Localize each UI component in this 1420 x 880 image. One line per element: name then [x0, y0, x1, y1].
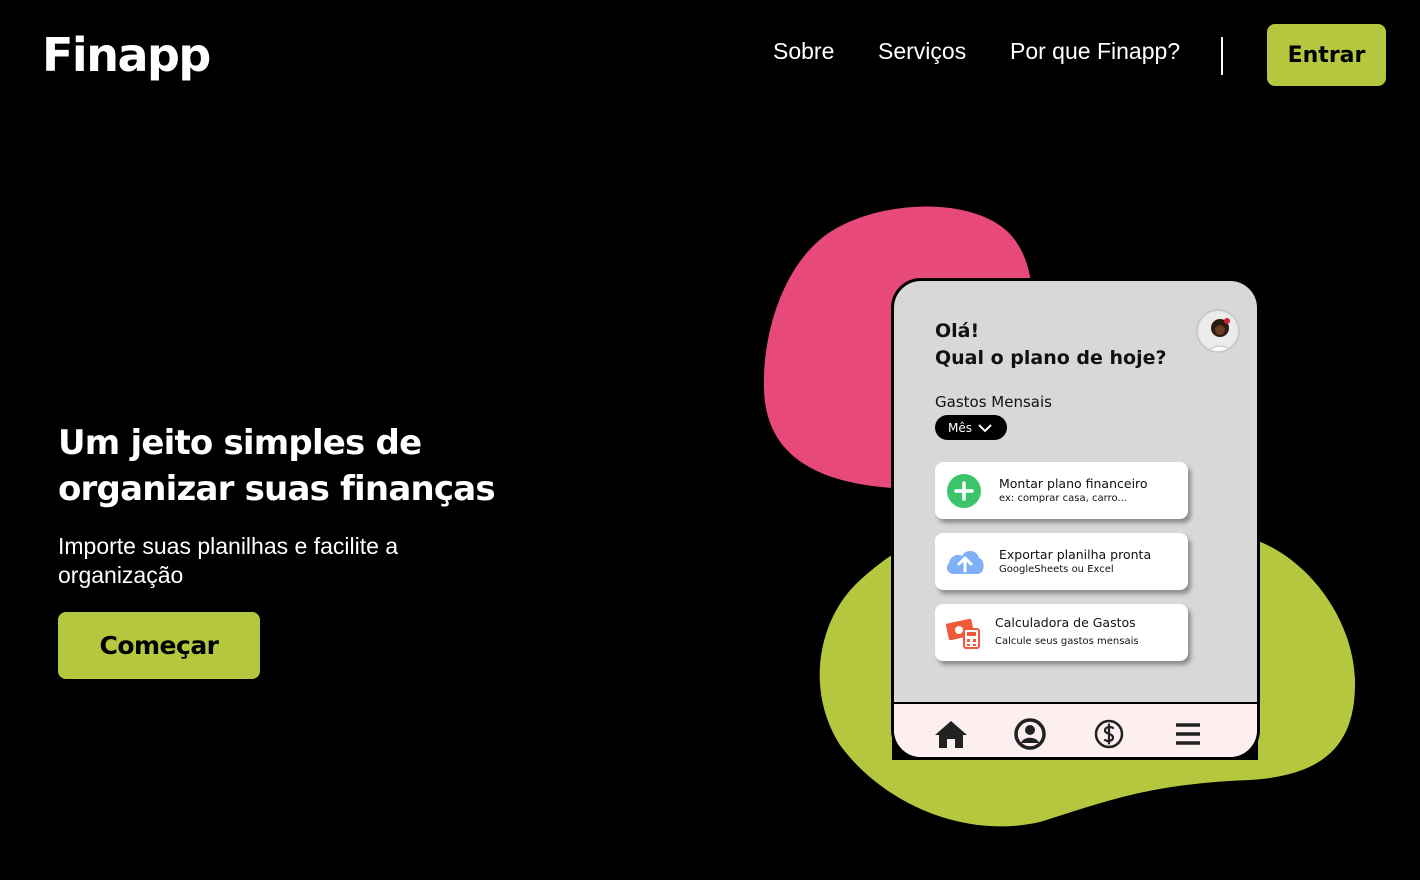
- card-title: Calculadora de Gastos: [995, 615, 1136, 630]
- greeting-question: Qual o plano de hoje?: [935, 347, 1167, 369]
- profile-icon[interactable]: [1012, 718, 1048, 750]
- card-financial-plan[interactable]: Montar plano financeiro ex: comprar casa…: [935, 462, 1188, 519]
- landing-page: Finapp Sobre Serviços Por que Finapp? En…: [0, 0, 1420, 880]
- greeting: Olá! Qual o plano de hoje?: [935, 318, 1167, 372]
- card-subtitle: Calcule seus gastos mensais: [995, 636, 1139, 647]
- card-subtitle: ex: comprar casa, carro...: [999, 493, 1127, 504]
- chevron-down-icon: [978, 423, 992, 432]
- card-export-spreadsheet[interactable]: Exportar planilha pronta GoogleSheets ou…: [935, 533, 1188, 590]
- cloud-upload-icon: [946, 550, 984, 574]
- plus-icon: [947, 474, 981, 508]
- card-title: Exportar planilha pronta: [999, 547, 1152, 562]
- phone-mockup: Olá! Qual o plano de hoje? Gastos Mensai…: [891, 278, 1260, 760]
- period-select-value: Mês: [948, 420, 972, 435]
- monthly-expenses-label: Gastos Mensais: [935, 393, 1052, 411]
- menu-icon[interactable]: [1170, 718, 1206, 750]
- dollar-icon[interactable]: [1091, 718, 1127, 750]
- bottom-nav: [894, 702, 1257, 757]
- card-title: Montar plano financeiro: [999, 476, 1148, 491]
- greeting-hello: Olá!: [935, 320, 980, 342]
- calculator-icon: [945, 618, 980, 649]
- period-select[interactable]: Mês: [935, 415, 1007, 440]
- card-subtitle: GoogleSheets ou Excel: [999, 564, 1114, 575]
- card-expense-calculator[interactable]: Calculadora de Gastos Calcule seus gasto…: [935, 604, 1188, 661]
- home-icon[interactable]: [933, 718, 969, 750]
- avatar[interactable]: [1196, 309, 1240, 353]
